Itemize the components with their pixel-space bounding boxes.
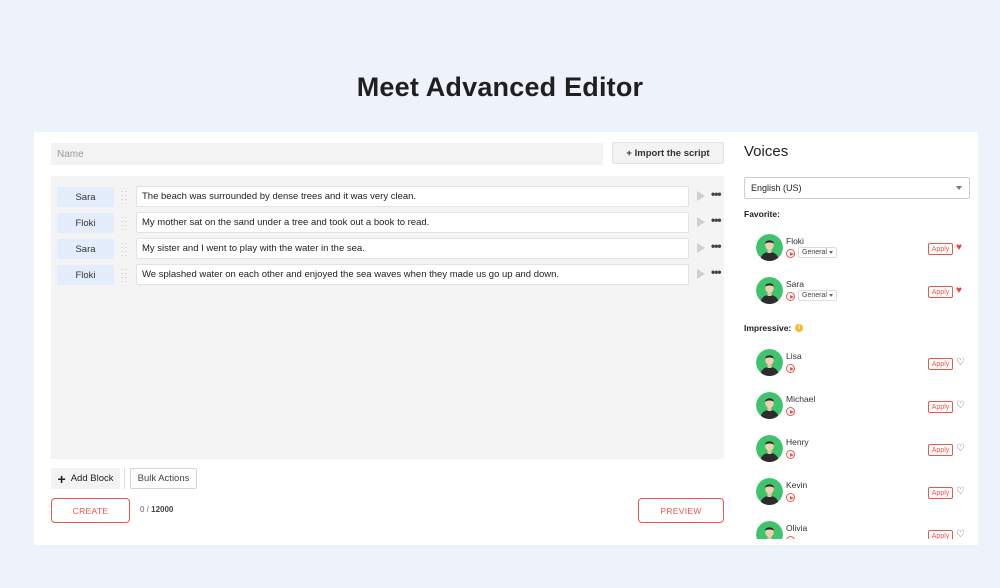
apply-button[interactable]: Apply (928, 530, 953, 539)
play-icon[interactable] (697, 217, 705, 227)
script-block: Sara :::::: The beach was surrounded by … (57, 186, 722, 208)
play-sample-icon[interactable] (786, 364, 795, 373)
avatar (756, 234, 783, 261)
name-input[interactable] (51, 143, 603, 165)
plus-icon: + (57, 470, 66, 487)
voice-name: Michael (786, 394, 816, 404)
drag-handle-icon[interactable]: :::::: (121, 241, 129, 258)
add-block-label: Add Block (70, 473, 114, 484)
voice-name: Floki (786, 236, 804, 246)
heart-icon[interactable]: ♥ (956, 285, 962, 297)
voices-title: Voices (744, 143, 789, 160)
heart-icon[interactable]: ♡ (956, 443, 965, 455)
apply-button[interactable]: Apply (928, 358, 953, 370)
speaker-selector[interactable]: Floki (57, 265, 114, 285)
voice-item: Henry Apply ♡ (756, 435, 970, 465)
avatar (756, 435, 783, 462)
speaker-selector[interactable]: Sara (57, 239, 114, 259)
impressive-section-label: Impressive: i (744, 323, 804, 333)
info-icon[interactable]: i (795, 324, 804, 332)
apply-button[interactable]: Apply (928, 401, 953, 413)
create-button[interactable]: CREATE (51, 498, 130, 523)
play-sample-icon[interactable] (786, 292, 795, 301)
heart-icon[interactable]: ♡ (956, 400, 965, 412)
avatar (756, 521, 783, 539)
heart-icon[interactable]: ♡ (956, 357, 965, 369)
play-icon[interactable] (697, 269, 705, 279)
drag-handle-icon[interactable]: :::::: (121, 215, 129, 232)
speaker-selector[interactable]: Floki (57, 213, 114, 233)
script-block: Floki :::::: My mother sat on the sand u… (57, 212, 722, 234)
favorite-section-label: Favorite: (744, 209, 780, 219)
avatar (756, 277, 783, 304)
script-block: Floki :::::: We splashed water on each o… (57, 264, 722, 286)
chevron-down-icon (956, 186, 962, 190)
voice-style-select[interactable]: General (798, 290, 837, 301)
preview-button[interactable]: PREVIEW (638, 498, 724, 523)
apply-button[interactable]: Apply (928, 243, 953, 255)
character-counter: 0 / 12000 (140, 505, 173, 514)
apply-button[interactable]: Apply (928, 444, 953, 456)
editor-app: + Import the script Sara :::::: The beac… (34, 132, 978, 545)
voice-style-value: General (802, 292, 827, 299)
block-text-input[interactable]: The beach was surrounded by dense trees … (136, 186, 689, 207)
counter-max: 12000 (151, 505, 174, 514)
speaker-selector[interactable]: Sara (57, 187, 114, 207)
chevron-down-icon (828, 294, 833, 297)
more-options-icon[interactable]: ••• (711, 187, 722, 201)
voice-item: Lisa Apply ♡ (756, 349, 970, 379)
divider (124, 468, 125, 489)
play-sample-icon[interactable] (786, 493, 795, 502)
script-blocks: Sara :::::: The beach was surrounded by … (51, 176, 724, 459)
heart-icon[interactable]: ♥ (956, 242, 962, 254)
import-script-button[interactable]: + Import the script (612, 142, 724, 164)
more-options-icon[interactable]: ••• (711, 265, 722, 279)
bulk-actions-button[interactable]: Bulk Actions (130, 468, 197, 489)
play-sample-icon[interactable] (786, 536, 795, 539)
block-text-input[interactable]: My mother sat on the sand under a tree a… (136, 212, 689, 233)
apply-button[interactable]: Apply (928, 286, 953, 298)
page-title: Meet Advanced Editor (356, 72, 644, 102)
drag-handle-icon[interactable]: :::::: (121, 267, 129, 284)
impressive-label: Impressive: (744, 323, 792, 333)
play-icon[interactable] (697, 243, 705, 253)
script-block: Sara :::::: My sister and I went to play… (57, 238, 722, 260)
language-value: English (US) (751, 183, 802, 193)
more-options-icon[interactable]: ••• (711, 213, 722, 227)
play-sample-icon[interactable] (786, 450, 795, 459)
block-text-input[interactable]: My sister and I went to play with the wa… (136, 238, 689, 259)
voice-name: Olivia (786, 523, 808, 533)
heart-icon[interactable]: ♡ (956, 529, 965, 539)
favorite-label: Favorite: (744, 209, 780, 219)
play-icon[interactable] (697, 191, 705, 201)
drag-handle-icon[interactable]: :::::: (121, 189, 129, 206)
avatar (756, 392, 783, 419)
voice-item: Kevin Apply ♡ (756, 478, 970, 508)
voice-item: Floki General Apply ♥ (756, 234, 970, 264)
play-sample-icon[interactable] (786, 249, 795, 258)
language-select[interactable]: English (US) (744, 177, 970, 199)
avatar (756, 349, 783, 376)
avatar (756, 478, 783, 505)
more-options-icon[interactable]: ••• (711, 239, 722, 253)
voice-style-value: General (802, 249, 827, 256)
apply-button[interactable]: Apply (928, 487, 953, 499)
voice-item: Olivia Apply ♡ (756, 521, 970, 539)
voice-name: Lisa (786, 351, 802, 361)
voice-item: Sara General Apply ♥ (756, 277, 970, 307)
chevron-down-icon (828, 251, 833, 254)
voice-name: Kevin (786, 480, 808, 490)
voice-item: Michael Apply ♡ (756, 392, 970, 422)
voice-style-select[interactable]: General (798, 247, 837, 258)
block-text-input[interactable]: We splashed water on each other and enjo… (136, 264, 689, 285)
voice-name: Sara (786, 279, 804, 289)
add-block-button[interactable]: + Add Block (51, 468, 120, 489)
heart-icon[interactable]: ♡ (956, 486, 965, 498)
voice-name: Henry (786, 437, 809, 447)
play-sample-icon[interactable] (786, 407, 795, 416)
